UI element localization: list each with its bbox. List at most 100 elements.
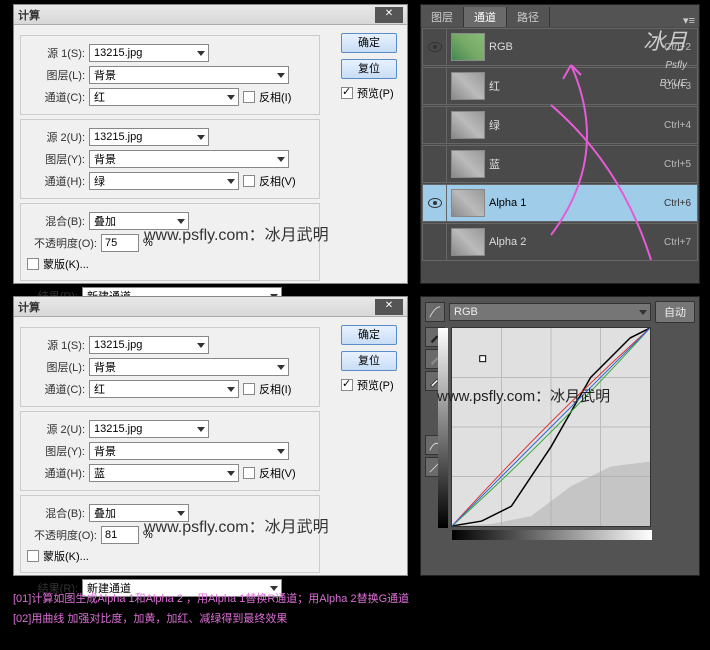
curves-panel: RGB 自动 www.psfly.com：冰月武明 <box>420 296 700 576</box>
visibility-toggle[interactable] <box>423 146 447 182</box>
invert2-checkbox[interactable] <box>243 175 255 187</box>
source1-combo[interactable]: 13215.jpg <box>89 336 209 354</box>
layer2-combo[interactable]: 背景 <box>89 150 289 168</box>
layer1-combo[interactable]: 背景 <box>89 66 289 84</box>
layer2-label: 图层(Y): <box>27 151 85 167</box>
invert2-checkbox[interactable] <box>243 467 255 479</box>
curves-graph[interactable] <box>451 327 651 527</box>
channel1-combo[interactable]: 红 <box>89 88 239 106</box>
visibility-toggle[interactable] <box>423 185 447 221</box>
opacity-input[interactable]: 75 <box>101 234 139 252</box>
channel-shortcut: Ctrl+3 <box>647 81 697 92</box>
tab-layers[interactable]: 图层 <box>421 7 464 27</box>
calculations-dialog-2: 计算 ✕ 确定 复位 预览(P) 源 1(S):13215.jpg 图层(L):… <box>13 296 408 576</box>
channel-row[interactable]: 蓝Ctrl+5 <box>422 145 698 183</box>
channel-shortcut: Ctrl+4 <box>647 120 697 131</box>
opacity-input[interactable]: 81 <box>101 526 139 544</box>
mask-label: 蒙版(K)... <box>43 548 89 564</box>
ok-button[interactable]: 确定 <box>341 33 397 53</box>
channel-row[interactable]: 绿Ctrl+4 <box>422 106 698 144</box>
dialog-title: 计算 <box>18 299 40 315</box>
titlebar: 计算 ✕ <box>14 5 407 25</box>
blend-combo[interactable]: 叠加 <box>89 212 189 230</box>
close-icon[interactable]: ✕ <box>375 7 403 23</box>
channel-shortcut: Ctrl+6 <box>647 198 697 209</box>
preview-checkbox[interactable] <box>341 379 353 391</box>
visibility-toggle[interactable] <box>423 224 447 260</box>
channels-panel: 图层 通道 路径 ▾≡ RGBCtrl+2红Ctrl+3绿Ctrl+4蓝Ctrl… <box>420 4 700 284</box>
channel-shortcut: Ctrl+5 <box>647 159 697 170</box>
preview-label: 预览(P) <box>357 377 394 393</box>
visibility-toggle[interactable] <box>423 68 447 104</box>
channel1-label: 通道(C): <box>27 381 85 397</box>
source2-label: 源 2(U): <box>27 421 85 437</box>
channel-thumbnail <box>451 150 485 178</box>
channel2-combo[interactable]: 绿 <box>89 172 239 190</box>
visibility-toggle[interactable] <box>423 29 447 65</box>
source1-combo[interactable]: 13215.jpg <box>89 44 209 62</box>
blend-label: 混合(B): <box>27 505 85 521</box>
reset-button[interactable]: 复位 <box>341 351 397 371</box>
channel-row[interactable]: Alpha 2Ctrl+7 <box>422 223 698 261</box>
panel-menu-icon[interactable]: ▾≡ <box>679 14 699 27</box>
panel-tabs: 图层 通道 路径 ▾≡ <box>421 5 699 27</box>
channel-thumbnail <box>451 72 485 100</box>
channel-shortcut: Ctrl+2 <box>647 42 697 53</box>
channel-row[interactable]: 红Ctrl+3 <box>422 67 698 105</box>
channel-thumbnail <box>451 189 485 217</box>
curves-channel-combo[interactable]: RGB <box>449 303 651 321</box>
invert1-label: 反相(I) <box>259 381 291 397</box>
channel-list: RGBCtrl+2红Ctrl+3绿Ctrl+4蓝Ctrl+5Alpha 1Ctr… <box>421 28 699 261</box>
mask-checkbox[interactable] <box>27 550 39 562</box>
preview-checkbox[interactable] <box>341 87 353 99</box>
ok-button[interactable]: 确定 <box>341 325 397 345</box>
visibility-toggle[interactable] <box>423 107 447 143</box>
channel-name: RGB <box>489 41 647 53</box>
preview-label: 预览(P) <box>357 85 394 101</box>
channel-shortcut: Ctrl+7 <box>647 237 697 248</box>
channel1-combo[interactable]: 红 <box>89 380 239 398</box>
channel-thumbnail <box>451 33 485 61</box>
source2-combo[interactable]: 13215.jpg <box>89 128 209 146</box>
channel2-combo[interactable]: 蓝 <box>89 464 239 482</box>
instruction-line-2: [02]用曲线 加强对比度，加黄，加红、减绿得到最终效果 <box>13 610 409 630</box>
channel-name: 蓝 <box>489 156 647 172</box>
layer1-label: 图层(L): <box>27 67 85 83</box>
mask-checkbox[interactable] <box>27 258 39 270</box>
invert1-checkbox[interactable] <box>243 91 255 103</box>
invert1-label: 反相(I) <box>259 89 291 105</box>
mask-label: 蒙版(K)... <box>43 256 89 272</box>
layer1-label: 图层(L): <box>27 359 85 375</box>
channel-row[interactable]: Alpha 1Ctrl+6 <box>422 184 698 222</box>
curves-adjust-icon[interactable] <box>425 302 445 322</box>
layer2-combo[interactable]: 背景 <box>89 442 289 460</box>
channel2-label: 通道(H): <box>27 465 85 481</box>
dialog-buttons: 确定 复位 预览(P) <box>341 325 397 397</box>
eye-icon <box>428 198 442 208</box>
calculations-dialog-1: 计算 ✕ 确定 复位 预览(P) 源 1(S):13215.jpg 图层(L):… <box>13 4 408 284</box>
tab-channels[interactable]: 通道 <box>464 7 507 27</box>
blend-combo[interactable]: 叠加 <box>89 504 189 522</box>
channel-name: 红 <box>489 78 647 94</box>
channel2-label: 通道(H): <box>27 173 85 189</box>
reset-button[interactable]: 复位 <box>341 59 397 79</box>
source2-label: 源 2(U): <box>27 129 85 145</box>
output-gradient <box>438 328 448 528</box>
source2-combo[interactable]: 13215.jpg <box>89 420 209 438</box>
channel-name: Alpha 1 <box>489 197 647 209</box>
invert2-label: 反相(V) <box>259 465 296 481</box>
channel1-label: 通道(C): <box>27 89 85 105</box>
invert1-checkbox[interactable] <box>243 383 255 395</box>
tab-paths[interactable]: 路径 <box>507 7 550 27</box>
opacity-label: 不透明度(O): <box>27 527 97 543</box>
channel-name: Alpha 2 <box>489 236 647 248</box>
instruction-line-1: [01]计算如图生成Alpha 1和Alpha 2 ，用Alpha 1替换R通道… <box>13 590 409 610</box>
auto-button[interactable]: 自动 <box>655 301 695 323</box>
close-icon[interactable]: ✕ <box>375 299 403 315</box>
channel-row[interactable]: RGBCtrl+2 <box>422 28 698 66</box>
layer1-combo[interactable]: 背景 <box>89 358 289 376</box>
eye-icon <box>428 42 442 52</box>
channel-thumbnail <box>451 111 485 139</box>
instructions: [01]计算如图生成Alpha 1和Alpha 2 ，用Alpha 1替换R通道… <box>13 590 409 630</box>
layer2-label: 图层(Y): <box>27 443 85 459</box>
